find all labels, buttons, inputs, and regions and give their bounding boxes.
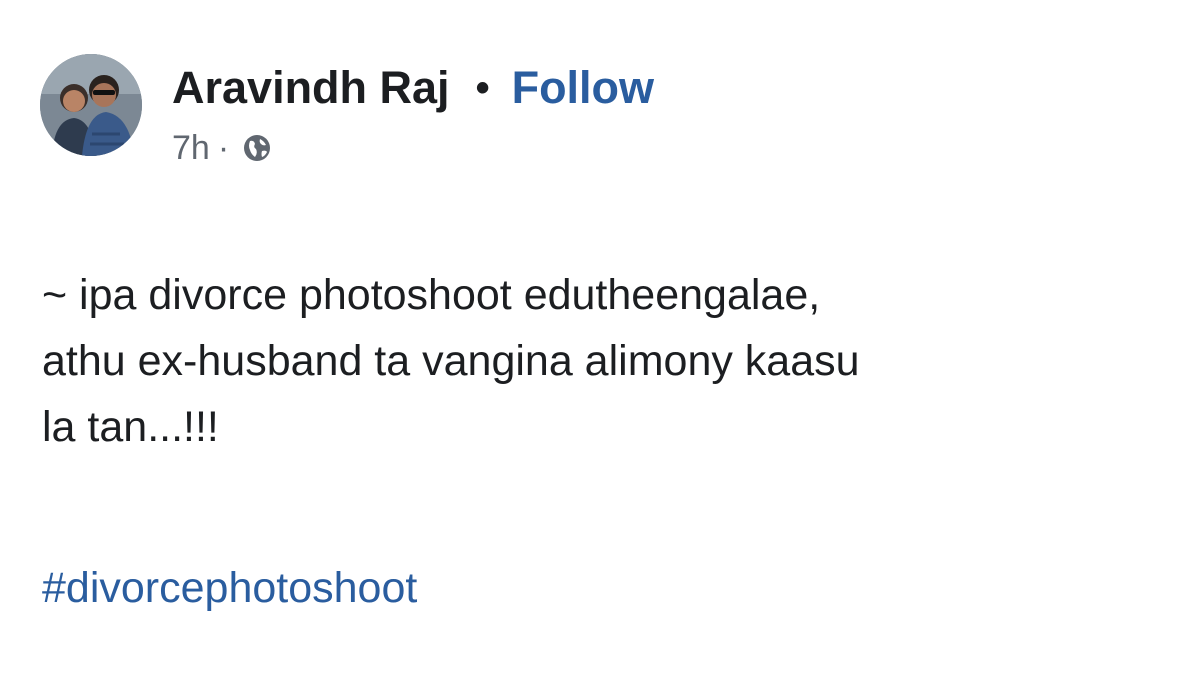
post-body-line: la tan...!!! bbox=[42, 403, 219, 451]
avatar[interactable] bbox=[40, 54, 142, 156]
author-name[interactable]: Aravindh Raj bbox=[172, 60, 450, 116]
post-body: ~ ipa divorce photoshoot edutheengalae, … bbox=[42, 262, 1182, 460]
globe-icon[interactable] bbox=[241, 132, 273, 164]
post-body-line: ~ ipa divorce photoshoot edutheengalae, bbox=[42, 271, 821, 319]
post-header: Aravindh Raj • Follow 7h · bbox=[172, 60, 654, 168]
separator-dot: • bbox=[475, 66, 490, 110]
post-body-line: athu ex-husband ta vangina alimony kaasu bbox=[42, 337, 860, 385]
author-line: Aravindh Raj • Follow bbox=[172, 60, 654, 116]
timestamp[interactable]: 7h bbox=[172, 128, 210, 168]
meta-separator: · bbox=[217, 129, 230, 167]
avatar-photo bbox=[40, 54, 142, 156]
hashtag-link[interactable]: #divorcephotoshoot bbox=[42, 560, 417, 616]
facebook-post: Aravindh Raj • Follow 7h · ~ ipa divorce… bbox=[0, 0, 1200, 675]
post-meta: 7h · bbox=[172, 128, 654, 168]
follow-button[interactable]: Follow bbox=[512, 60, 654, 116]
